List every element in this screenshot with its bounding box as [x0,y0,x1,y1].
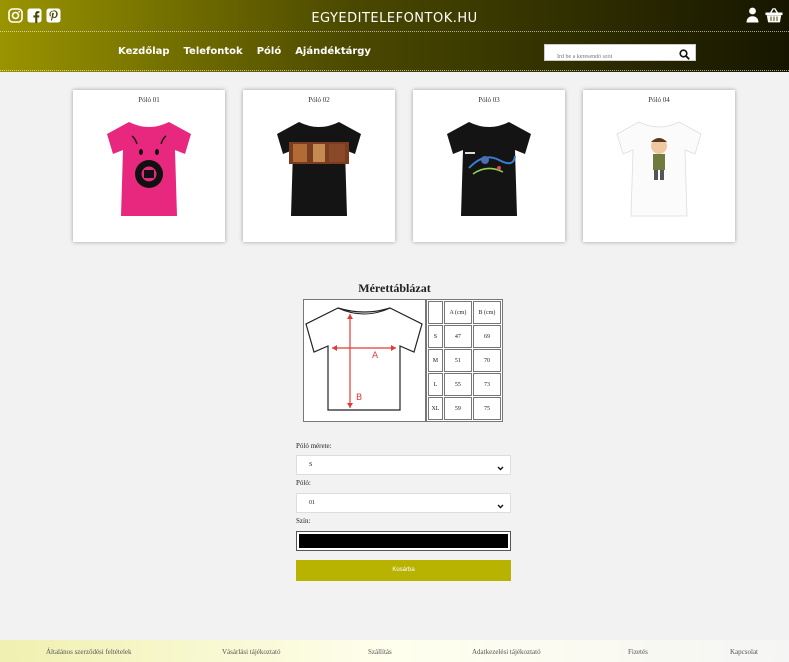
search-box [544,44,696,65]
measure-a-label: A [372,351,379,361]
site-footer: Általános szerződési feltételek Vásárlás… [0,640,789,662]
footer-link-aszf[interactable]: Általános szerződési feltételek [46,648,132,656]
size-chart-title: Mérettáblázat [358,281,431,295]
product-card-polo-01[interactable]: Póló 01 [73,90,225,242]
table-cell: S [428,325,443,348]
table-cell: L [428,373,443,396]
product-title: Póló 04 [648,96,670,104]
add-to-cart-button[interactable]: Kosárba [296,560,511,581]
size-table: A (cm) B (cm) S 47 69 M 51 70 L 55 73 XL… [426,299,503,422]
table-header-row: A (cm) B (cm) [428,301,501,324]
shopping-basket-icon[interactable] [765,7,783,28]
nav-item-kezdolap[interactable]: Kezdőlap [118,46,170,57]
white-tshirt-image [616,121,702,217]
product-card-polo-03[interactable]: Póló 03 [413,90,565,242]
color-swatch [299,534,508,548]
table-cell: 73 [472,373,501,396]
table-row: M 51 70 [428,349,501,372]
table-cell: 75 [472,397,501,420]
footer-link-vasarlasi[interactable]: Vásárlási tájékoztató [222,648,281,656]
table-cell: 69 [472,325,501,348]
table-header-cell: A (cm) [443,301,472,324]
footer-link-szallitas[interactable]: Szállítás [368,648,392,656]
color-picker[interactable] [296,531,511,551]
search-input[interactable] [545,49,675,65]
table-cell: 59 [443,397,472,420]
header-divider-bottom [0,70,789,71]
footer-link-fizetes[interactable]: Fizetés [628,648,648,656]
table-cell: M [428,349,443,372]
product-title: Póló 02 [308,96,330,104]
color-picker-label: Szín: [296,517,311,525]
product-card-polo-04[interactable]: Póló 04 [583,90,735,242]
shirt-select-label: Póló: [296,479,311,487]
search-icon[interactable] [679,47,690,60]
nav-item-ajandektargy[interactable]: Ajándéktárgy [295,46,371,57]
chevron-down-icon [497,462,504,471]
product-title: Póló 03 [478,96,500,104]
shirt-select[interactable]: 01 [296,493,511,513]
header-divider [0,31,789,32]
shirt-select-value: 01 [309,500,315,506]
product-card-polo-02[interactable]: Póló 02 [243,90,395,242]
product-title: Póló 01 [138,96,160,104]
header-icons [746,7,783,28]
black-tshirt-print-image [447,122,531,216]
main-nav: Kezdőlap Telefontok Póló Ajándéktárgy [118,46,371,57]
table-row: L 55 73 [428,373,501,396]
nav-item-polo[interactable]: Póló [257,46,282,57]
pink-tshirt-image [107,122,191,216]
table-cell: XL [428,397,443,420]
table-row: XL 59 75 [428,397,501,420]
site-title[interactable]: EGYEDITELEFONTOK.HU [0,11,789,26]
size-select[interactable]: S [296,455,511,475]
black-tshirt-image [277,122,361,216]
footer-link-kapcsolat[interactable]: Kapcsolat [730,648,758,656]
chevron-down-icon [497,500,504,509]
site-header: EGYEDITELEFONTOK.HU Kezdőlap Telefontok … [0,0,789,72]
nav-item-telefontok[interactable]: Telefontok [184,46,243,57]
size-select-value: S [309,462,313,468]
table-row: S 47 69 [428,325,501,348]
size-select-label: Póló mérete: [296,442,332,450]
table-cell: 51 [443,349,472,372]
footer-link-adatkezelesi[interactable]: Adatkezelési tájékoztató [472,648,541,656]
size-diagram: A B [303,299,426,422]
top-bar: EGYEDITELEFONTOK.HU [0,0,789,31]
table-cell: 70 [472,349,501,372]
table-cell: 47 [443,325,472,348]
table-header-cell: B (cm) [472,301,501,324]
user-icon[interactable] [746,7,759,28]
table-header-cell [428,301,443,324]
measure-b-label: B [356,393,362,403]
table-cell: 55 [443,373,472,396]
